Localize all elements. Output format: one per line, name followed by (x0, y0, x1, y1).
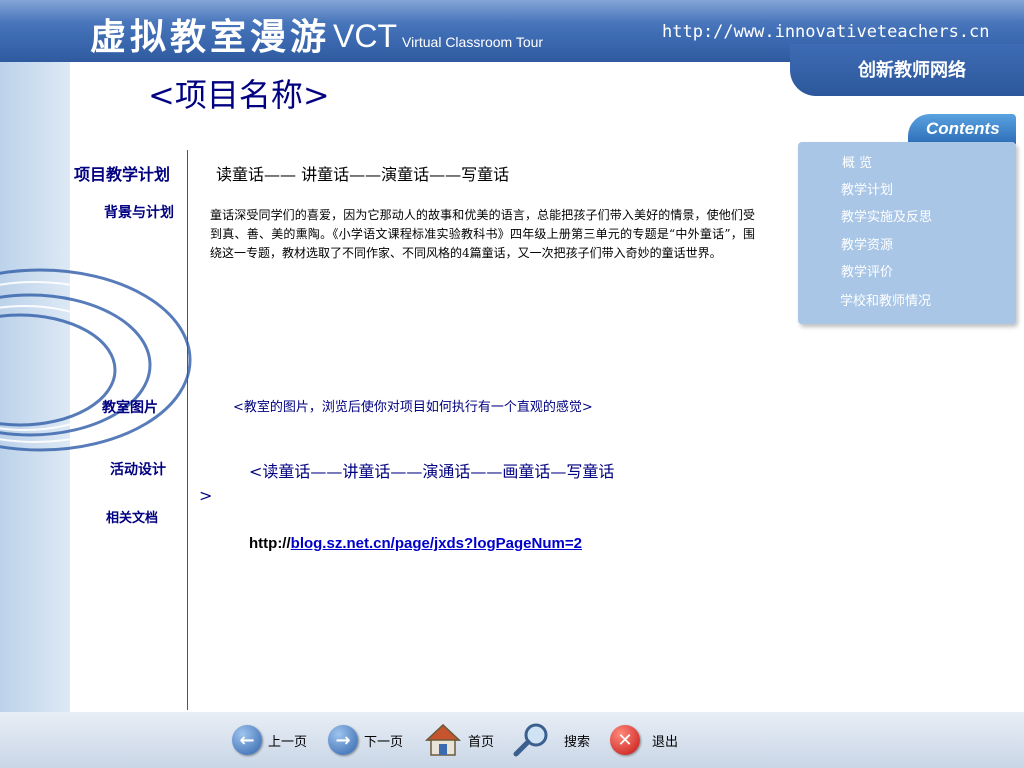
section-label-plan: 项目教学计划 (74, 165, 171, 184)
brand-name: 创新教师网络 (858, 60, 966, 81)
docs-prefix: http:// (249, 535, 291, 552)
menu-item-teaching-plan[interactable]: 教学计划 (841, 179, 893, 198)
menu-item-school-teacher[interactable]: 学校和教师情况 (840, 290, 931, 309)
section-label-background: 背景与计划 (104, 205, 174, 221)
magnifier-icon (513, 723, 548, 757)
menu-item-evaluation[interactable]: 教学评价 (841, 261, 893, 280)
divider-line (187, 150, 188, 710)
arrow-right-icon: → (328, 725, 358, 755)
exit-button[interactable]: ✕ 退出 (610, 725, 678, 755)
photo-text: <教室的图片，浏览后使你对项目如何执行有一个直观的感觉> (233, 400, 593, 415)
menu-item-implementation[interactable]: 教学实施及反思 (841, 206, 932, 225)
search-button[interactable]: 搜索 (512, 722, 590, 758)
house-icon (425, 723, 461, 756)
menu-item-resources[interactable]: 教学资源 (841, 234, 893, 253)
prev-page-button[interactable]: ← 上一页 (232, 725, 307, 755)
arrow-left-icon: ← (232, 725, 262, 755)
app-title: 虚拟教室漫游 (90, 16, 331, 58)
search-label: 搜索 (564, 734, 591, 750)
next-page-label: 下一页 (364, 734, 404, 750)
docs-link[interactable]: blog.sz.net.cn/page/jxds?logPageNum=2 (291, 535, 582, 552)
swirl-decoration (0, 268, 192, 452)
menu-item-overview[interactable]: 概 览 (842, 152, 872, 171)
section-label-activity: 活动设计 (110, 462, 166, 478)
app-title-vct: VCT (333, 18, 397, 54)
site-url: http://www.innovativeteachers.cn (662, 22, 990, 42)
page-title: <项目名称> (148, 76, 330, 114)
background-text: 童话深受同学们的喜爱，因为它那动人的故事和优美的语言，总能把孩子们带入美好的情景… (210, 208, 755, 260)
activity-text: <读童话——讲童话——演通话——画童话—写童话 (249, 462, 615, 481)
home-button[interactable]: 首页 (424, 722, 494, 758)
contents-title: Contents (926, 119, 1000, 138)
section-label-photo: 教室图片 (102, 400, 158, 416)
next-page-button[interactable]: → 下一页 (328, 725, 403, 755)
plan-text: 读童话—— 讲童话——演童话——写童话 (216, 165, 510, 184)
close-icon: ✕ (610, 725, 640, 755)
exit-label: 退出 (652, 734, 679, 750)
docs-line: http://blog.sz.net.cn/page/jxds?logPageN… (249, 535, 582, 552)
activity-text-close: > (199, 486, 213, 505)
app-subtitle: Virtual Classroom Tour (402, 34, 544, 50)
section-label-docs: 相关文档 (106, 511, 159, 526)
prev-page-label: 上一页 (268, 734, 308, 750)
home-label: 首页 (468, 734, 495, 750)
